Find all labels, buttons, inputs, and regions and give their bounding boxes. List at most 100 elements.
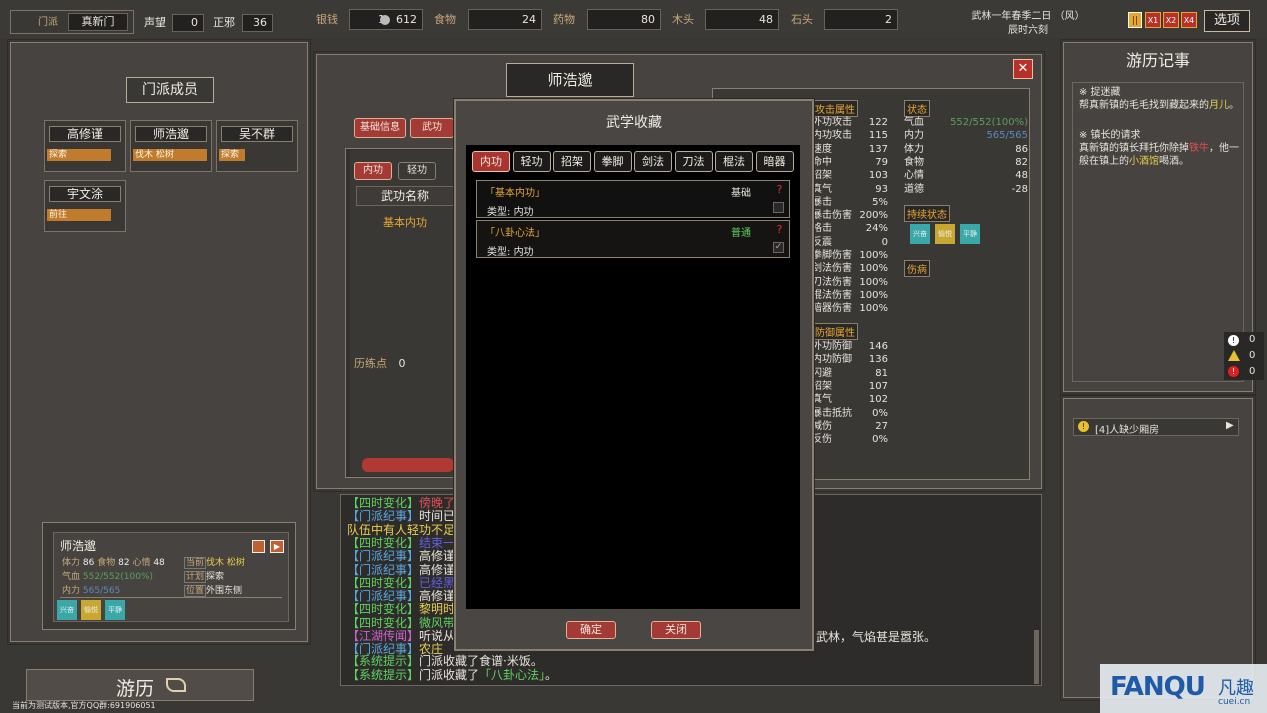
stat-value: 0% [872, 434, 888, 446]
warning-count: 0 [1249, 350, 1256, 361]
stat-value: 5% [872, 196, 888, 208]
skill-entry[interactable]: 「八卦心法」 普通 ? 类型: 内功 ✓ [476, 220, 790, 258]
modal-tabs: 内功 轻功 招架 拳脚 剑法 刀法 棍法 暗器 [472, 151, 794, 173]
stat-value: 79 [875, 156, 888, 168]
tab-6[interactable]: 棍法 [715, 151, 753, 172]
divider [60, 597, 282, 598]
help-icon[interactable]: ? [773, 183, 786, 196]
member-card[interactable]: 高修谨 探索 [44, 120, 126, 172]
warning-icon[interactable] [1228, 350, 1240, 361]
buff-happy: 愉悦 [81, 600, 101, 620]
stat-value: 565/565 [986, 130, 1028, 142]
stat-value: 103 [868, 170, 888, 182]
play-icon[interactable]: ▶ [1226, 420, 1234, 431]
tab-7[interactable]: 暗器 [755, 151, 794, 172]
skill-column-header: 武功名称 [356, 186, 454, 206]
close-button[interactable]: 关闭 [651, 621, 701, 639]
subtab-neigong[interactable]: 内功 [354, 162, 392, 180]
pause-button[interactable]: || [1128, 12, 1142, 28]
speed-x4-button[interactable]: X4 [1181, 12, 1197, 28]
tab-5[interactable]: 刀法 [674, 151, 713, 172]
tab-martial[interactable]: 武功 [410, 118, 454, 138]
injury-header: 伤病 [904, 260, 930, 277]
play-icon[interactable]: ▶ [270, 540, 284, 553]
defense-header: 防御属性 [812, 323, 858, 340]
stat-label: 格击 [812, 223, 832, 235]
speed-x2-button[interactable]: X2 [1163, 12, 1179, 28]
stat-label: 招架 [812, 380, 832, 392]
version-text: 当前为测试版本,官方QQ群:691906051 [12, 701, 156, 710]
skill-level: 基础 [731, 188, 751, 199]
info-count: 0 [1249, 334, 1256, 345]
stat-label: 命中 [812, 156, 832, 168]
stat-value: 93 [875, 183, 888, 195]
stat-value: -28 [1011, 183, 1028, 195]
log-tag: 【四时变化】 [347, 496, 420, 510]
log-scrollbar[interactable] [1034, 630, 1039, 684]
tab-basic-info[interactable]: 基础信息 [354, 118, 406, 138]
member-card[interactable]: 宇文涂 前往 [44, 180, 126, 232]
tab-4[interactable]: 剑法 [634, 151, 672, 172]
log-tag: 【门派纪事】 [347, 549, 420, 564]
speed-x1-button[interactable]: X1 [1145, 12, 1161, 28]
tab-0[interactable]: 内功 [472, 151, 510, 172]
log-tag: 【四时变化】 [347, 615, 420, 630]
stat-value: 102 [868, 394, 888, 406]
skill-type: 类型: 内功 [487, 247, 534, 258]
modal-title: 武学收藏 [606, 115, 662, 131]
member-card[interactable]: 师浩邈 伐木 松树 [130, 120, 212, 172]
log-text: 高修谨 [419, 549, 456, 564]
quest-item[interactable]: ※ 镇长的请求 真新镇的镇长拜托你除掉铁牛，他一般在镇上的小酒馆喝酒。 [1079, 129, 1247, 168]
close-icon[interactable]: ✕ [1013, 59, 1033, 79]
watermark-site: cuei.cn [1218, 697, 1251, 707]
tab-3[interactable]: 拳脚 [593, 151, 632, 172]
skill-entry[interactable]: 「基本内功」 基础 ? 类型: 内功 [476, 180, 790, 218]
info-icon[interactable]: ! [1228, 335, 1239, 346]
stat-value: 146 [868, 341, 888, 352]
log-tag: 【四时变化】 [347, 535, 420, 550]
prestige-value: 0 [172, 14, 204, 32]
log-text: 听说从 [419, 629, 456, 643]
food-label: 食物 [434, 13, 456, 26]
tab-2[interactable]: 招架 [553, 151, 591, 172]
stat-label: 外功攻击 [812, 117, 852, 128]
journal-title: 游历记事 [1125, 51, 1190, 70]
error-count: 0 [1249, 366, 1256, 377]
member-card[interactable]: 吴不群 探索 [216, 120, 298, 172]
log-text: 黎明时 [419, 602, 456, 617]
stat-label: 内功攻击 [812, 130, 852, 142]
tab-1[interactable]: 轻功 [512, 151, 551, 172]
alignment-label: 正邪 [213, 16, 235, 29]
buff-happy: 愉悦 [935, 224, 955, 244]
error-icon[interactable]: ! [1228, 366, 1239, 377]
stat-value: 48 [1015, 170, 1028, 182]
options-button[interactable]: 选项 [1204, 10, 1250, 32]
alignment-value: 36 [242, 14, 273, 32]
log-line: 【四时变化】黎明时 [347, 603, 455, 616]
lasting-status-header: 持续状态 [904, 205, 950, 222]
subtab-qinggong[interactable]: 轻功 [398, 162, 436, 180]
confirm-button[interactable]: 确定 [566, 621, 616, 639]
learn-button[interactable] [362, 458, 454, 472]
stat-label: 食物 [904, 156, 924, 168]
quest-item[interactable]: ※ 捉迷藏 帮真新镇的毛毛找到藏起来的月儿。 [1079, 86, 1247, 112]
stop-button[interactable] [252, 540, 265, 553]
stat-value: 115 [868, 130, 888, 142]
prestige-label: 声望 [144, 16, 166, 29]
stat-value: 0% [872, 407, 888, 419]
skill-row[interactable]: 基本内功 [356, 214, 454, 230]
stat-label: 暴击 [812, 196, 832, 208]
help-icon[interactable]: ? [773, 223, 786, 236]
stat-label: 暗器伤害 [812, 303, 852, 315]
log-text: 微风带 [419, 615, 456, 630]
member-hp: 气血 552/552(100%) [62, 572, 154, 582]
attack-header: 攻击属性 [812, 100, 858, 117]
practice-points: 历练点 0 [354, 357, 406, 370]
skill-checkbox[interactable] [773, 202, 784, 213]
skill-name: 「基本内功」 [485, 188, 545, 199]
buff-excited: 兴奋 [57, 600, 77, 620]
skill-checkbox[interactable]: ✓ [773, 242, 784, 253]
events-panel [1060, 395, 1256, 701]
log-text: 高修谨 [419, 562, 456, 577]
stat-value: 82 [1015, 156, 1028, 168]
